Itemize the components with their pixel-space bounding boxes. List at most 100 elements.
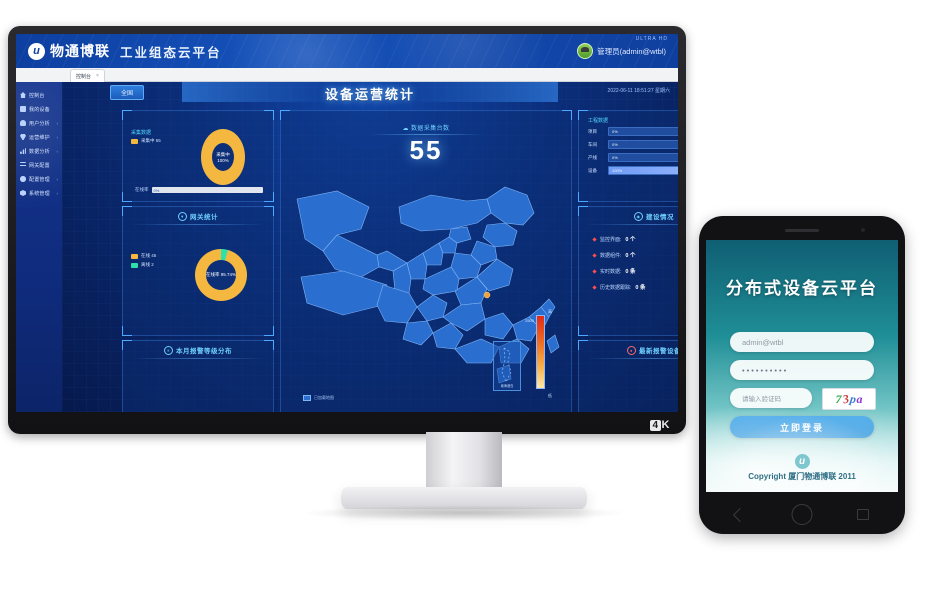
- progress-panel-title: 工程数据: [588, 118, 609, 124]
- user-name-label: 管理员(admin@wtbl): [597, 46, 666, 56]
- captcha-input[interactable]: 请输入验证码: [730, 388, 812, 408]
- build-row: 实时数据: 0 条: [592, 267, 678, 275]
- cloud-data-icon: ☁: [402, 126, 409, 132]
- scale-high-label: 高: [548, 309, 552, 314]
- login-title: 分布式设备云平台: [726, 279, 878, 298]
- build-value: 0 条: [635, 285, 646, 291]
- progress-label: 产线: [588, 154, 597, 160]
- monitor-shadow: [299, 505, 629, 521]
- build-value: 0 条: [625, 269, 636, 275]
- online-rate-track: 0%: [151, 187, 263, 193]
- sidebar-item-user-analysis[interactable]: 用户分析 ‹: [16, 116, 62, 130]
- build-icon: ◉: [634, 211, 643, 221]
- progress-label: 项目: [588, 128, 597, 134]
- latest-alarm-panel-title: ● 最新报警设备: [579, 341, 678, 355]
- chart-icon: [20, 148, 26, 154]
- build-list: 监控界面: 0 个 数据组件: 0 个 实时数据: 0 条 历史数据跟踪: 0 …: [592, 235, 678, 291]
- progress-track: 0%: [608, 153, 678, 162]
- chevron-icon: ‹: [56, 120, 59, 126]
- gateway-panel-title: ▼ 网关统计: [123, 207, 273, 221]
- panel-corner: [578, 340, 588, 350]
- panel-corner: [122, 340, 132, 350]
- monitor-bezel: 4 K u 物通博联 工业组态云平台 ULTRA HD 管理员(admin@wt…: [8, 26, 686, 434]
- alarm-star-icon: ✳: [164, 345, 173, 355]
- panel-divider: [587, 224, 678, 225]
- build-row: 监控界面: 0 个: [592, 235, 678, 243]
- panel-corner: [578, 192, 588, 202]
- captcha-char: a: [856, 391, 863, 406]
- desktop-monitor: 4 K u 物通博联 工业组态云平台 ULTRA HD 管理员(admin@wt…: [8, 26, 686, 434]
- panel-title-label: 建设情况: [646, 214, 674, 221]
- legend-swatch: [131, 138, 138, 144]
- login-button[interactable]: 立即登录: [730, 416, 874, 438]
- progress-row: 设备 100%: [588, 166, 678, 175]
- sidebar-item-label: 数据分析: [29, 148, 50, 155]
- build-status-panel: ◉ 建设情况 监控界面: 0 个 数据组件: 0 个 实时数据: 0 条 历史数…: [578, 206, 678, 336]
- user-menu[interactable]: 管理员(admin@wtbl): [577, 43, 666, 59]
- engineering-progress-panel: 工程数据 项目 0% 车间 0% 产线 0% 设备 100%: [578, 110, 678, 202]
- collection-donut-chart: 采集中 100%: [201, 129, 245, 185]
- progress-track: 100%: [608, 166, 678, 175]
- panel-title-label: 网关统计: [190, 214, 218, 221]
- android-back-button[interactable]: [732, 507, 748, 523]
- sidebar-item-my-devices[interactable]: 我的设备: [16, 102, 62, 116]
- sidebar-item-data-analysis[interactable]: 数据分析 ‹: [16, 144, 62, 158]
- region-filter-button[interactable]: 全国: [110, 85, 145, 100]
- build-value: 0 个: [625, 237, 636, 243]
- browser-tab-console[interactable]: 控制台 ×: [70, 69, 105, 82]
- monitor-brand-suffix: K: [661, 419, 670, 431]
- kpi-label: ☁ 数据采集台数: [281, 123, 571, 132]
- monitor-brand-4k: 4 K: [650, 419, 670, 431]
- grid-icon: [20, 162, 26, 168]
- progress-track: 0%: [608, 127, 678, 136]
- username-input[interactable]: admin@wtbl: [730, 332, 874, 352]
- legend-label: 在线 45: [141, 253, 157, 258]
- panel-divider: [131, 224, 265, 225]
- captcha-char: 3: [841, 391, 850, 406]
- sidebar-item-label: 系统管理: [29, 190, 50, 197]
- chevron-icon: ‹: [56, 148, 59, 154]
- monitor-stand-neck: [426, 432, 502, 490]
- password-input[interactable]: ••••••••••: [730, 360, 874, 380]
- captcha-image[interactable]: 7 3 p a: [822, 388, 876, 410]
- build-label: 实时数据:: [600, 268, 622, 275]
- alarm-dot-icon: ●: [627, 345, 636, 355]
- sidebar-item-system-manage[interactable]: 系统管理 ‹: [16, 186, 62, 200]
- sidebar-item-operations[interactable]: 运营维护 ‹: [16, 130, 62, 144]
- box-icon: [20, 106, 26, 112]
- ultrahd-label: ULTRA HD: [635, 36, 668, 42]
- sidebar-item-console[interactable]: 控制台: [16, 88, 62, 102]
- progress-row: 车间 0%: [588, 140, 678, 149]
- phone-speaker: [785, 229, 819, 232]
- android-recents-button[interactable]: [857, 509, 869, 520]
- inset-label: 南海诸岛: [500, 384, 514, 388]
- map-color-scale: [536, 315, 545, 389]
- chevron-icon: ‹: [56, 134, 59, 140]
- android-home-button[interactable]: [791, 504, 813, 525]
- progress-row: 项目 0%: [588, 127, 678, 136]
- china-map[interactable]: 南海诸岛 2500 高 低 已加载地图: [291, 169, 561, 407]
- legend-item: 采集中 55: [131, 138, 161, 144]
- progress-value: 0%: [612, 141, 618, 147]
- alarm-level-panel-title: ✳ 本月报警等级分布: [123, 341, 273, 355]
- map-footnote-label: 已加载地图: [314, 395, 334, 400]
- close-icon[interactable]: ×: [96, 73, 99, 79]
- sidebar-item-config-manage[interactable]: 配置管理 ‹: [16, 172, 62, 186]
- app-header: u 物通博联 工业组态云平台 ULTRA HD 管理员(admin@wtbl): [16, 34, 678, 68]
- legend-swatch: [131, 262, 138, 268]
- progress-label: 车间: [588, 141, 597, 147]
- kpi-label-text: 数据采集台数: [411, 126, 450, 132]
- panel-corner: [578, 326, 588, 336]
- sidebar: 控制台 我的设备 用户分析 ‹ 运营维护 ‹ 数据分析 ‹ 网关配置 配置管理 …: [16, 82, 62, 412]
- progress-row: 产线 0%: [588, 153, 678, 162]
- panel-corner: [264, 110, 274, 120]
- sidebar-item-gateway-config[interactable]: 网关配置: [16, 158, 62, 172]
- panel-corner: [122, 326, 132, 336]
- panel-corner: [122, 192, 132, 202]
- phone-body: 分布式设备云平台 admin@wtbl •••••••••• 请输入验证码 7 …: [699, 216, 905, 534]
- title-decoration-right: [408, 82, 558, 102]
- title-decoration-left: [182, 82, 332, 102]
- panel-corner: [578, 206, 588, 216]
- sidebar-item-label: 网关配置: [29, 162, 50, 169]
- map-panel: ☁ 数据采集台数 55 南海诸岛 2500 高 低 已加载地图: [280, 110, 572, 412]
